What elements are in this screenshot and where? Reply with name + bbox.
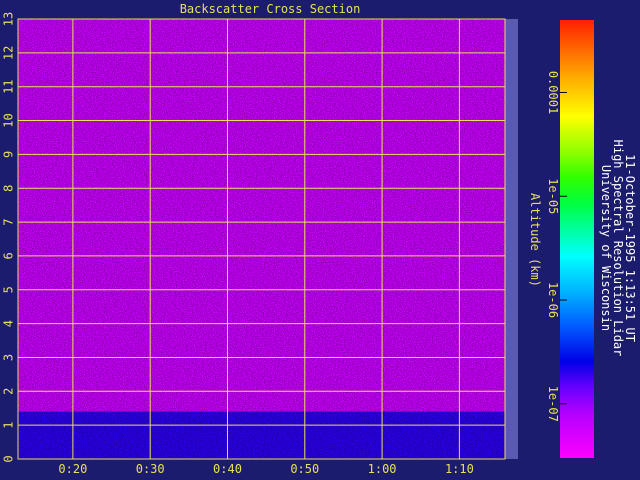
y-tick-label: 11 — [2, 79, 16, 93]
backscatter-speckle — [18, 19, 505, 459]
y-axis-ticks: 012345678910111213 — [2, 12, 16, 463]
y-tick-label: 7 — [2, 218, 16, 225]
x-axis-ticks: 0:20 0:30 0:40 0:50 1:00 1:10 — [58, 462, 473, 476]
credit-line: University of Wisconsin — [599, 165, 613, 331]
plot-edge-column — [505, 19, 518, 459]
y-axis-label: Altitude (km) — [528, 193, 542, 287]
y-tick-label: 2 — [2, 388, 16, 395]
x-tick-label: 0:30 — [136, 462, 165, 476]
y-tick-label: 4 — [2, 320, 16, 327]
y-tick-label: 10 — [2, 113, 16, 127]
y-tick-label: 13 — [2, 12, 16, 26]
y-tick-label: 6 — [2, 252, 16, 259]
colorbar-tick-label: 0.0001 — [546, 71, 560, 114]
y-tick-label: 8 — [2, 185, 16, 192]
y-tick-label: 9 — [2, 151, 16, 158]
y-tick-label: 12 — [2, 46, 16, 60]
x-tick-label: 0:40 — [213, 462, 242, 476]
y-tick-label: 1 — [2, 422, 16, 429]
y-tick-label: 3 — [2, 354, 16, 361]
x-tick-label: 1:10 — [445, 462, 474, 476]
lidar-backscatter-chart: Backscatter Cross Section 0 1 2 3 4 5 6 7 8 9 10 11… — [0, 0, 640, 480]
credit-line: High Spectral Resolution Lidar — [611, 140, 625, 357]
colorbar-tick-label: 1e-06 — [546, 282, 560, 318]
plot-area — [18, 19, 518, 459]
y-tick-label: 0 — [2, 455, 16, 462]
x-tick-label: 0:50 — [290, 462, 319, 476]
credit-line: 11-October-1995 1:13:51 UT — [623, 154, 637, 342]
x-tick-label: 0:20 — [58, 462, 87, 476]
chart-title: Backscatter Cross Section — [180, 2, 361, 16]
colorbar-tick-label: 1e-05 — [546, 178, 560, 214]
x-tick-label: 1:00 — [368, 462, 397, 476]
colorbar — [560, 20, 594, 458]
chart-svg: Backscatter Cross Section 01234567891011… — [2, 2, 638, 476]
y-tick-label: 5 — [2, 286, 16, 293]
colorbar-tick-label: 1e-07 — [546, 386, 560, 422]
source-credit: University of WisconsinHigh Spectral Res… — [599, 140, 637, 357]
